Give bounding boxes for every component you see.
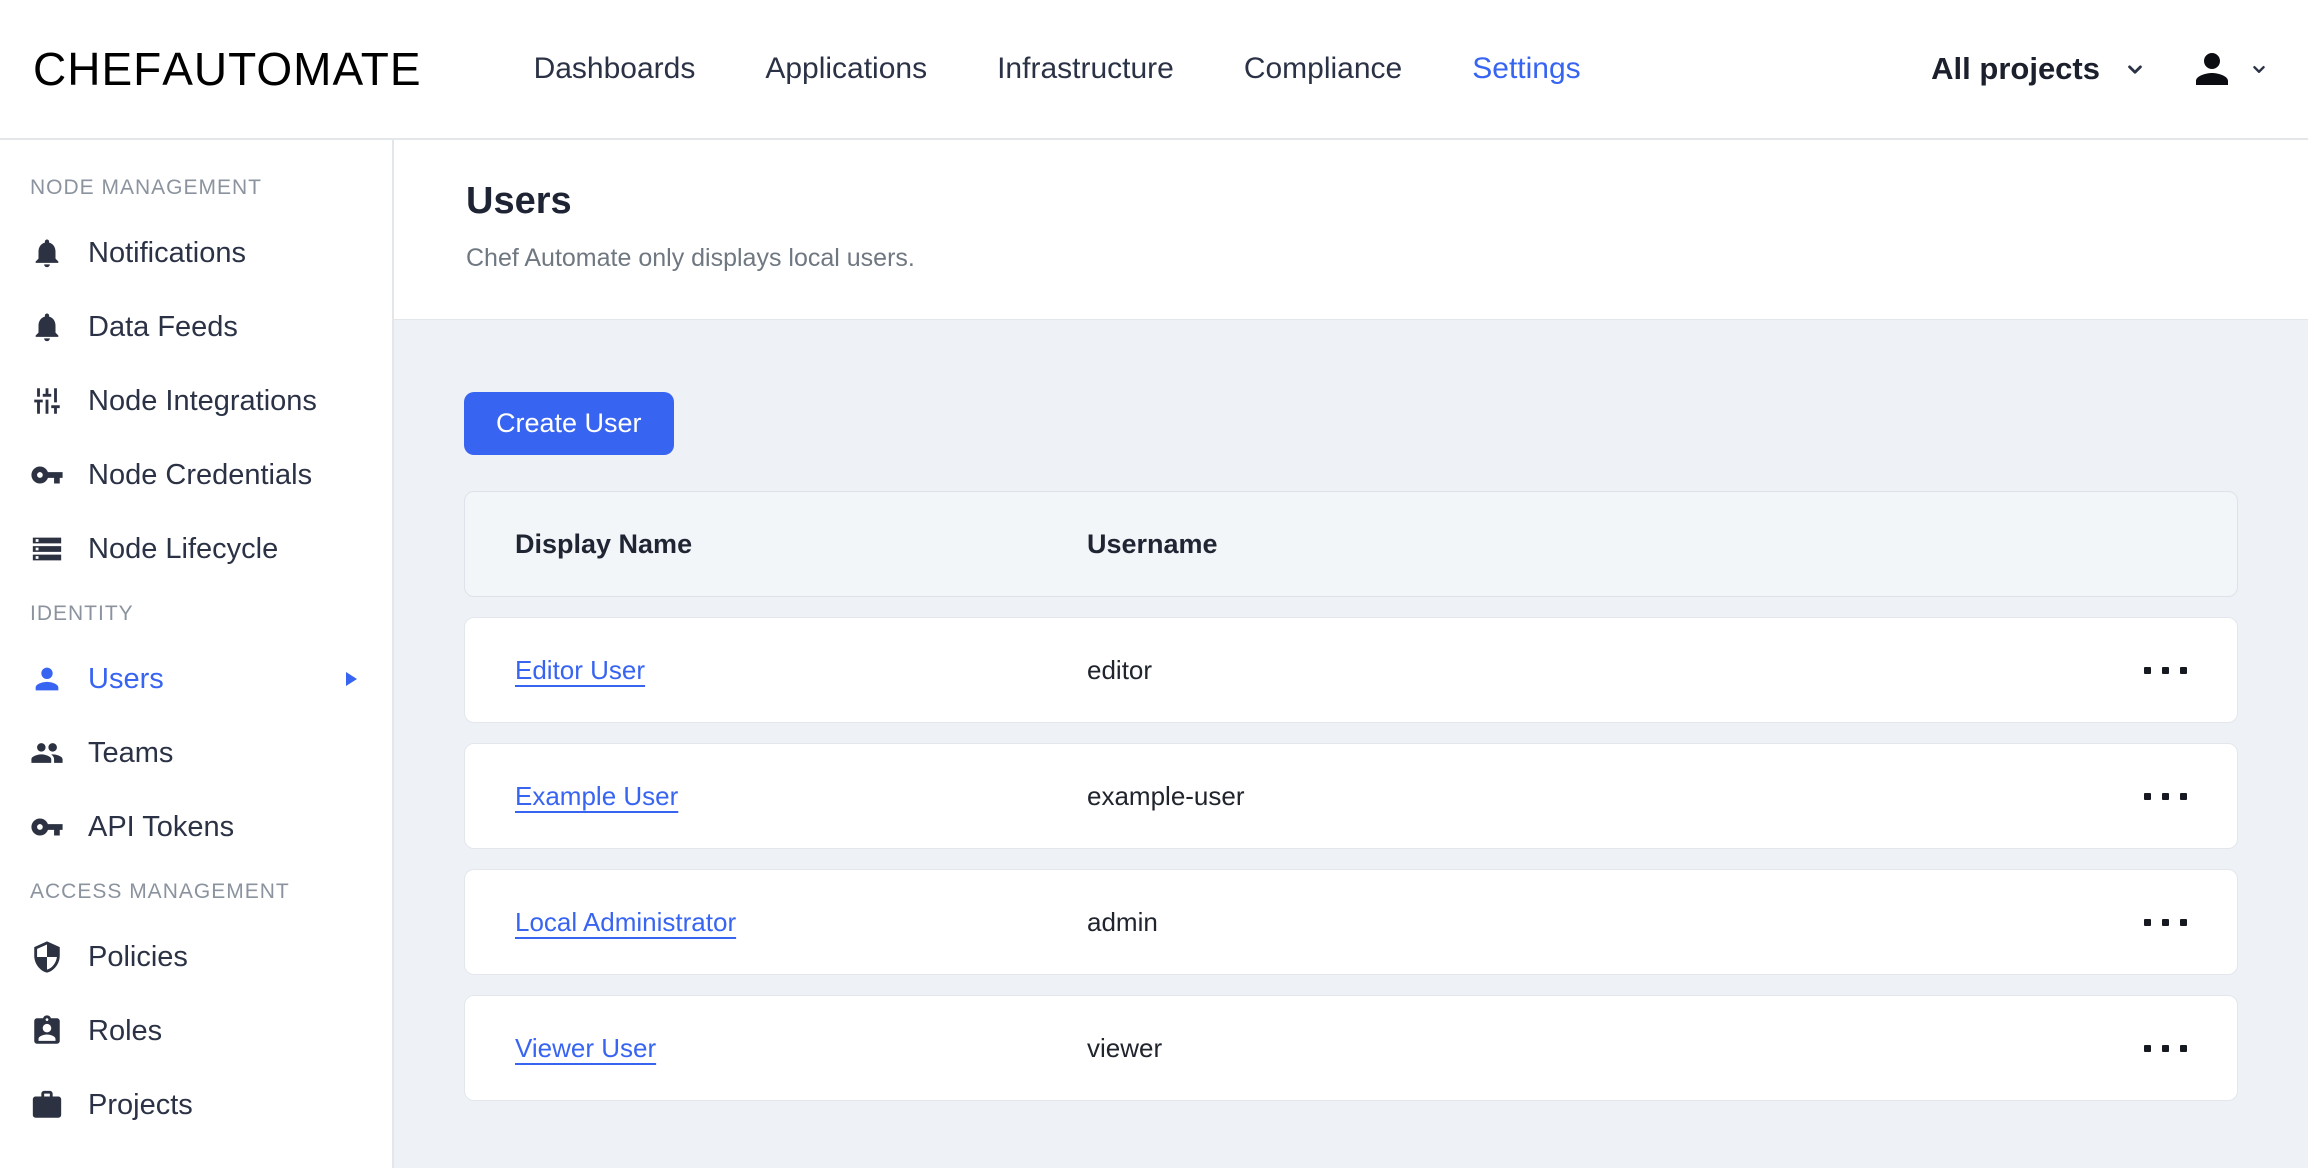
- sidebar-item-label: Roles: [88, 1014, 163, 1047]
- sidebar-item-label: API Tokens: [88, 810, 235, 843]
- page-header: Users Chef Automate only displays local …: [394, 140, 2308, 320]
- sidebar-item-label: Node Credentials: [88, 458, 313, 491]
- sidebar-section-access-management: ACCESS MANAGEMENT: [30, 880, 290, 903]
- people-icon: [30, 736, 64, 770]
- key-icon: [30, 458, 64, 492]
- nav-item-dashboards[interactable]: Dashboards: [534, 52, 696, 86]
- table-row: Local Administrator admin: [464, 869, 2238, 975]
- page-description: Chef Automate only displays local users.: [466, 244, 915, 272]
- user-link-local-administrator[interactable]: Local Administrator: [515, 907, 736, 937]
- user-menu-dropdown[interactable]: [2188, 45, 2270, 93]
- nav-item-settings[interactable]: Settings: [1472, 52, 1580, 86]
- user-link-viewer-user[interactable]: Viewer User: [515, 1033, 656, 1063]
- primary-nav: Dashboards Applications Infrastructure C…: [534, 52, 1581, 86]
- table-row: Example User example-user: [464, 743, 2238, 849]
- users-table: Display Name Username Editor User editor: [464, 491, 2238, 1101]
- sidebar-item-roles[interactable]: Roles: [0, 994, 392, 1068]
- sidebar-section-identity: IDENTITY: [30, 602, 134, 625]
- logo-automate: AUTOMATE: [162, 43, 422, 95]
- nav-item-compliance[interactable]: Compliance: [1244, 52, 1402, 86]
- sidebar-item-label: Policies: [88, 940, 188, 973]
- sidebar-item-label: Node Integrations: [88, 384, 317, 417]
- row-menu-button[interactable]: [2138, 655, 2193, 686]
- bell-icon: [30, 310, 64, 344]
- main-content: Users Chef Automate only displays local …: [394, 140, 2308, 1168]
- sidebar-item-users[interactable]: Users: [0, 642, 392, 716]
- table-row: Editor User editor: [464, 617, 2238, 723]
- briefcase-icon: [30, 1088, 64, 1122]
- sidebar-item-node-integrations[interactable]: Node Integrations: [0, 364, 392, 438]
- sidebar-item-notifications[interactable]: Notifications: [0, 216, 392, 290]
- body-wrapper: NODE MANAGEMENT Notifications Data Feeds…: [0, 140, 2308, 1168]
- chevron-down-icon: [2122, 56, 2148, 82]
- projects-filter-label: All projects: [1931, 51, 2100, 86]
- sidebar-item-label: Projects: [88, 1088, 193, 1121]
- row-menu-button[interactable]: [2138, 1033, 2193, 1064]
- user-link-example-user[interactable]: Example User: [515, 781, 678, 811]
- sidebar-item-teams[interactable]: Teams: [0, 716, 392, 790]
- sliders-icon: [30, 384, 64, 418]
- row-menu-button[interactable]: [2138, 781, 2193, 812]
- column-header-display-name: Display Name: [515, 528, 693, 559]
- sidebar-item-node-lifecycle[interactable]: Node Lifecycle: [0, 512, 392, 586]
- shield-icon: [30, 940, 64, 974]
- sidebar-item-api-tokens[interactable]: API Tokens: [0, 790, 392, 864]
- nav-item-infrastructure[interactable]: Infrastructure: [997, 52, 1174, 86]
- nav-item-applications[interactable]: Applications: [765, 52, 927, 86]
- column-header-username: Username: [1087, 528, 1218, 559]
- username-cell: example-user: [1087, 780, 1245, 811]
- bell-icon: [30, 236, 64, 270]
- row-menu-button[interactable]: [2138, 907, 2193, 938]
- top-navigation-bar: CHEF AUTOMATE Dashboards Applications Inf…: [0, 0, 2308, 140]
- more-options-icon: [2144, 792, 2151, 800]
- more-options-icon: [2144, 666, 2151, 674]
- badge-icon: [30, 1014, 64, 1048]
- logo-chef: CHEF: [33, 43, 163, 95]
- username-cell: admin: [1087, 906, 1158, 937]
- sidebar-item-projects[interactable]: Projects: [0, 1068, 392, 1142]
- key-icon: [30, 810, 64, 844]
- list-icon: [30, 532, 64, 566]
- settings-sidebar: NODE MANAGEMENT Notifications Data Feeds…: [0, 140, 394, 1168]
- create-user-button[interactable]: Create User: [464, 392, 674, 455]
- sidebar-item-label: Data Feeds: [88, 310, 238, 343]
- username-cell: viewer: [1087, 1032, 1163, 1063]
- projects-filter-dropdown[interactable]: All projects: [1931, 51, 2148, 87]
- user-avatar-icon: [2188, 45, 2236, 93]
- more-options-icon: [2144, 918, 2151, 926]
- user-link-editor-user[interactable]: Editor User: [515, 655, 645, 685]
- users-table-header: Display Name Username: [464, 491, 2238, 597]
- table-row: Viewer User viewer: [464, 995, 2238, 1101]
- person-icon: [30, 662, 64, 696]
- users-content-area: Create User Display Name Username Editor…: [394, 320, 2308, 1101]
- topbar-right-controls: All projects: [1931, 45, 2270, 93]
- sidebar-section-node-management: NODE MANAGEMENT: [30, 176, 263, 199]
- sidebar-item-policies[interactable]: Policies: [0, 920, 392, 994]
- more-options-icon: [2144, 1044, 2151, 1052]
- sidebar-item-label: Node Lifecycle: [88, 532, 279, 565]
- chevron-down-icon: [2248, 58, 2270, 80]
- chef-automate-logo[interactable]: CHEF AUTOMATE: [33, 42, 422, 96]
- arrow-right-icon: [338, 667, 362, 691]
- sidebar-item-label: Users: [88, 662, 164, 695]
- sidebar-item-label: Teams: [88, 736, 174, 769]
- username-cell: editor: [1087, 654, 1153, 685]
- page-title: Users: [466, 180, 572, 222]
- sidebar-item-data-feeds[interactable]: Data Feeds: [0, 290, 392, 364]
- chef-automate-app: CHEF AUTOMATE Dashboards Applications Inf…: [0, 0, 2308, 1168]
- sidebar-item-label: Notifications: [88, 236, 246, 269]
- sidebar-item-node-credentials[interactable]: Node Credentials: [0, 438, 392, 512]
